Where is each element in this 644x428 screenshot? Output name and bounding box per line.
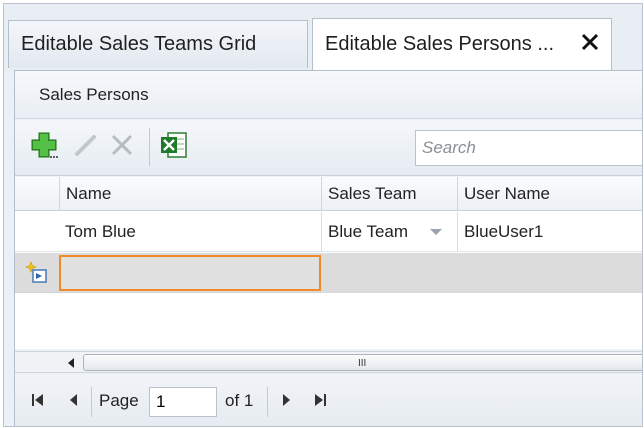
chevron-down-icon[interactable] [430,229,442,235]
add-button[interactable] [29,132,59,162]
toolbar-separator [149,128,150,166]
new-row-name-input[interactable] [59,255,321,291]
tab-strip: Editable Sales Teams Grid Editable Sales… [4,4,642,72]
export-excel-button[interactable] [159,131,189,164]
cell-value: BlueUser1 [464,222,544,241]
next-page-button[interactable] [277,393,295,411]
sales-persons-grid: Name Sales Team User Name Tom Blue Blue … [15,177,642,349]
last-page-icon [312,392,328,413]
add-icon [29,130,59,165]
name-cell[interactable]: Tom Blue [59,212,321,252]
new-row-icon [25,261,49,290]
grid-toolbar [15,120,642,176]
column-header-label: User Name [464,184,550,203]
search-input[interactable] [415,130,642,166]
delete-button[interactable] [107,132,137,162]
panel-title: Sales Persons [15,71,642,119]
pager-separator [91,387,92,417]
page-number-input[interactable] [149,387,217,417]
edit-button[interactable] [71,132,101,162]
user-name-cell[interactable]: BlueUser1 [457,212,642,252]
first-page-icon [30,392,46,413]
new-row[interactable] [15,253,642,293]
pager: Page of 1 [15,375,642,426]
scroll-left-icon[interactable] [65,356,77,370]
page-count-label: of 1 [225,391,254,410]
tab-label: Editable Sales Persons ... [325,33,555,55]
close-tab-icon[interactable] [579,31,601,53]
sales-team-cell[interactable]: Blue Team [321,212,457,252]
sales-app-window: Editable Sales Teams Grid Editable Sales… [3,3,643,427]
grid-header: Name Sales Team User Name [15,177,642,211]
scrollbar-thumb[interactable]: III [83,354,642,371]
last-page-button[interactable] [311,393,329,411]
excel-export-icon [160,131,188,164]
table-row[interactable]: Tom Blue Blue Team BlueUser1 [15,212,642,252]
cell-value: Tom Blue [65,222,136,241]
horizontal-scrollbar[interactable]: III [15,351,642,373]
sales-persons-panel: Sales Persons Search Name Sales Team Use… [14,70,642,426]
new-row-user-name-cell[interactable] [457,253,642,293]
cell-value: Blue Team [328,222,409,241]
column-header-name[interactable]: Name [59,177,321,211]
previous-page-button[interactable] [65,393,83,411]
tab-editable-sales-teams-grid[interactable]: Editable Sales Teams Grid [8,20,308,68]
scrollbar-grip: III [358,358,367,369]
tab-label: Editable Sales Teams Grid [21,33,257,55]
column-header-user-name[interactable]: User Name [457,177,642,211]
next-page-icon [278,392,294,413]
pager-separator [267,387,268,417]
tab-editable-sales-persons[interactable]: Editable Sales Persons ... [312,18,612,70]
previous-page-icon [66,392,82,413]
new-row-sales-team-cell[interactable] [321,253,457,293]
first-page-button[interactable] [29,393,47,411]
delete-x-icon [109,132,135,163]
pencil-icon [73,132,99,163]
column-header-label: Sales Team [328,184,417,203]
page-label: Page [99,391,139,410]
column-header-label: Name [66,184,112,203]
column-header-sales-team[interactable]: Sales Team [321,177,457,211]
